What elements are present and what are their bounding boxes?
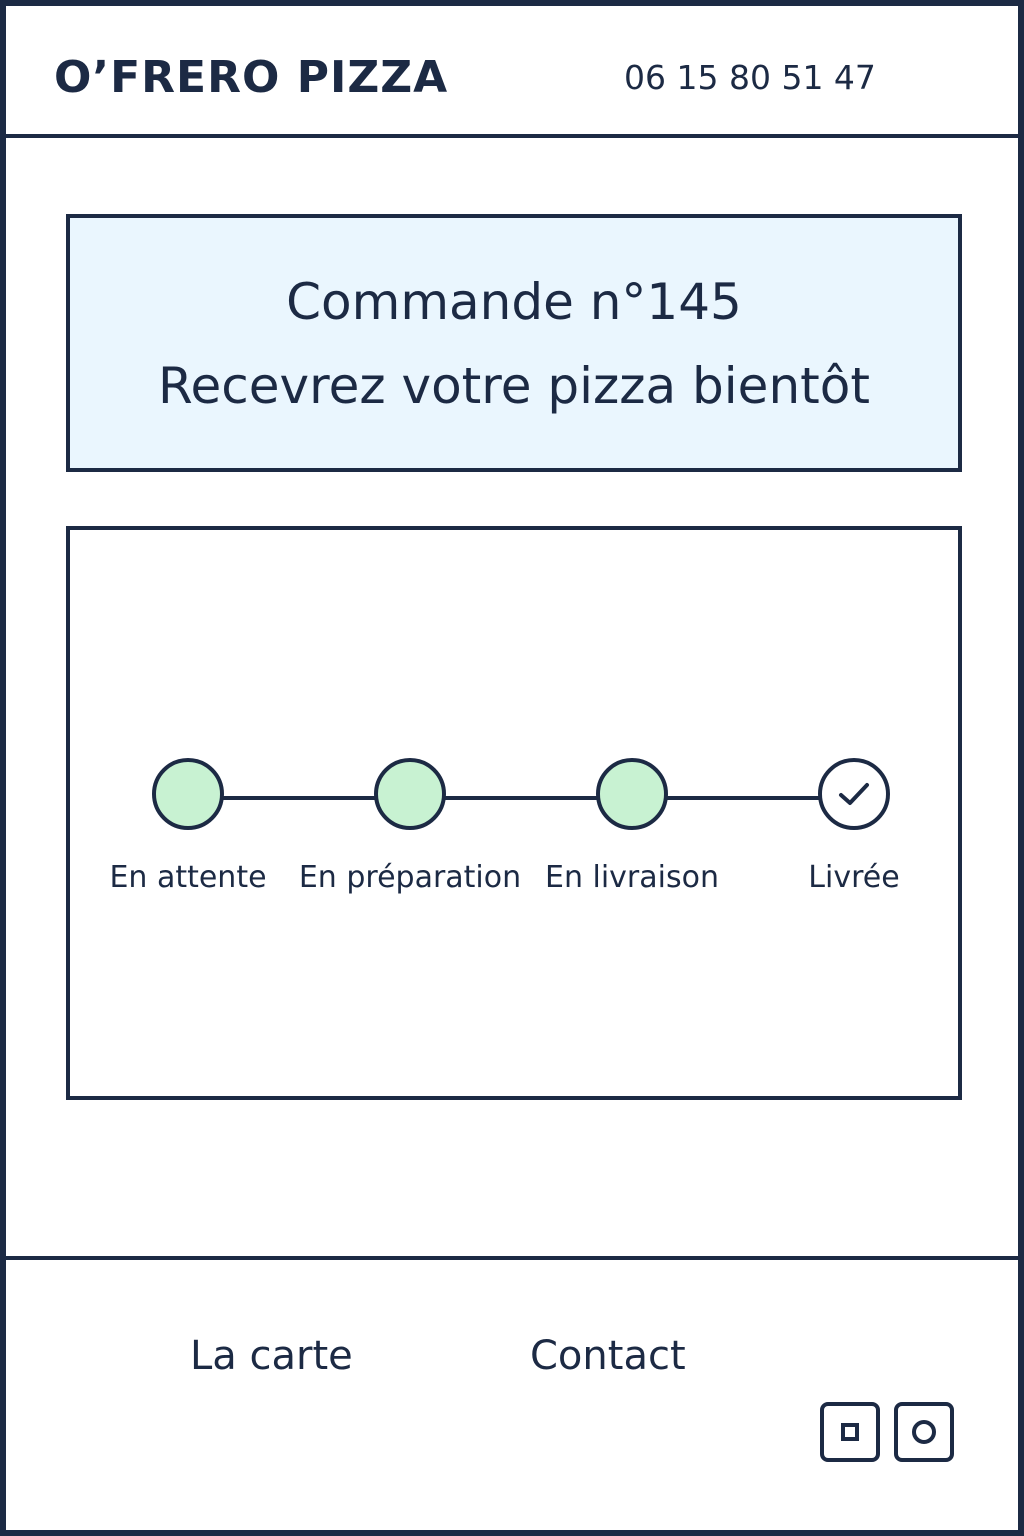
phone-number[interactable]: 06 15 80 51 47 — [624, 56, 876, 100]
step-dot-complete — [596, 758, 668, 830]
square-icon-inner — [841, 1423, 859, 1441]
footer: La carte Contact — [6, 1256, 1018, 1536]
step-label: Livrée — [808, 860, 900, 895]
step-livree: Livrée — [734, 758, 974, 898]
order-tracker: En attente En préparation En livraison L… — [66, 526, 962, 1100]
step-label: En attente — [109, 860, 267, 895]
step-dot-final — [818, 758, 890, 830]
square-icon[interactable] — [820, 1402, 880, 1462]
header: O’FRERO PIZZA 06 15 80 51 47 — [6, 6, 1018, 138]
app-frame: O’FRERO PIZZA 06 15 80 51 47 Commande n°… — [0, 0, 1024, 1536]
checkmark-icon — [839, 783, 869, 805]
footer-icons — [820, 1402, 954, 1462]
step-dot-complete — [374, 758, 446, 830]
nav-link-contact[interactable]: Contact — [530, 1330, 686, 1382]
step-label: En préparation — [298, 860, 522, 895]
nav-link-menu[interactable]: La carte — [190, 1330, 353, 1382]
circle-icon[interactable] — [894, 1402, 954, 1462]
step-en-livraison: En livraison — [512, 758, 752, 898]
step-en-preparation: En préparation — [290, 758, 530, 898]
step-label: En livraison — [545, 860, 719, 895]
step-en-attente: En attente — [68, 758, 308, 898]
brand-logo[interactable]: O’FRERO PIZZA — [54, 50, 448, 106]
order-status-banner: Commande n°145 Recevrez votre pizza bien… — [66, 214, 962, 472]
order-message: Recevrez votre pizza bientôt — [158, 357, 870, 415]
order-number: Commande n°145 — [286, 273, 742, 331]
circle-icon-inner — [912, 1420, 936, 1444]
step-dot-complete — [152, 758, 224, 830]
